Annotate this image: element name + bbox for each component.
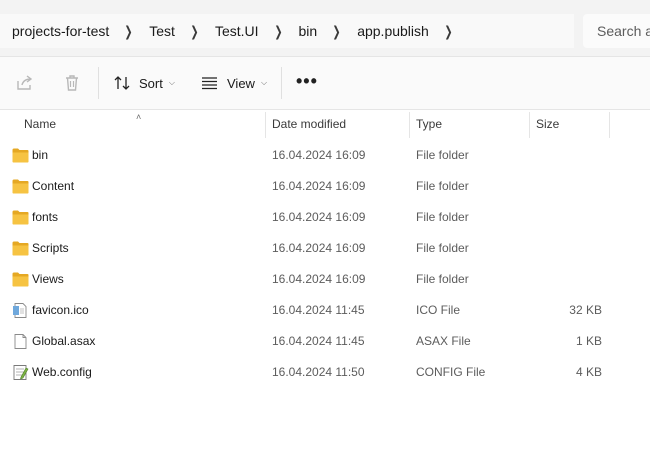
column-divider[interactable] — [265, 112, 266, 138]
file-size — [530, 171, 602, 202]
file-size — [530, 264, 602, 295]
chevron-right-icon[interactable]: ❯ — [179, 23, 199, 40]
file-date: 16.04.2024 16:09 — [272, 272, 366, 286]
file-date: 16.04.2024 16:09 — [272, 179, 366, 193]
config-file-icon — [13, 365, 29, 380]
search-input[interactable]: Search a — [583, 14, 650, 48]
breadcrumb-item[interactable]: Test — [137, 23, 175, 39]
breadcrumb-item[interactable]: Test.UI — [203, 23, 259, 39]
address-bar: projects-for-test ❯ Test ❯ Test.UI ❯ bin… — [0, 0, 650, 57]
folder-icon — [12, 272, 29, 287]
view-button[interactable]: View ⌵ — [201, 71, 267, 95]
file-type: ASAX File — [416, 334, 471, 348]
file-list: bin 16.04.2024 16:09 File folder Content… — [0, 140, 650, 388]
toolbar-divider — [98, 67, 99, 99]
file-row[interactable]: Content 16.04.2024 16:09 File folder — [0, 171, 650, 202]
file-size: 1 KB — [575, 334, 602, 348]
column-divider[interactable] — [529, 112, 530, 138]
file-size — [530, 202, 602, 233]
file-name: favicon.ico — [32, 303, 89, 317]
file-date: 16.04.2024 16:09 — [272, 241, 366, 255]
chevron-right-icon[interactable]: ❯ — [321, 23, 341, 40]
breadcrumb[interactable]: projects-for-test ❯ Test ❯ Test.UI ❯ bin… — [0, 14, 574, 48]
chevron-right-icon[interactable]: ❯ — [433, 23, 453, 40]
breadcrumb-item[interactable]: app.publish — [345, 23, 429, 39]
sort-label: Sort — [139, 75, 163, 91]
document-file-icon — [14, 334, 27, 349]
file-name: fonts — [32, 210, 59, 224]
folder-icon — [12, 210, 29, 225]
file-date: 16.04.2024 11:45 — [272, 303, 365, 317]
file-size: 32 KB — [569, 303, 602, 317]
file-type: File folder — [416, 210, 469, 224]
file-name: Views — [32, 272, 64, 286]
file-row[interactable]: bin 16.04.2024 16:09 File folder — [0, 140, 650, 171]
file-type: ICO File — [416, 303, 461, 317]
image-file-icon — [13, 303, 27, 318]
sort-button[interactable]: Sort ⌵ — [114, 71, 175, 95]
chevron-down-icon: ⌵ — [168, 78, 175, 87]
chevron-right-icon[interactable]: ❯ — [113, 23, 133, 40]
breadcrumb-item[interactable]: bin — [287, 23, 318, 39]
file-date: 16.04.2024 11:45 — [272, 334, 365, 348]
file-date: 16.04.2024 16:09 — [272, 210, 366, 224]
file-size — [530, 233, 602, 264]
column-header-name[interactable]: Name — [24, 110, 56, 138]
file-row[interactable]: fonts 16.04.2024 16:09 File folder — [0, 202, 650, 233]
search-placeholder: Search a — [597, 23, 650, 39]
share-icon[interactable] — [15, 73, 35, 93]
file-row[interactable]: Scripts 16.04.2024 16:09 File folder — [0, 233, 650, 264]
breadcrumb-item[interactable]: projects-for-test — [0, 23, 109, 39]
file-name: Global.asax — [32, 334, 96, 348]
toolbar-divider — [281, 67, 282, 99]
file-name: Content — [32, 179, 75, 193]
view-icon — [202, 77, 217, 90]
folder-icon — [12, 241, 29, 256]
file-date: 16.04.2024 16:09 — [272, 148, 366, 162]
file-type: File folder — [416, 148, 469, 162]
folder-icon — [12, 179, 29, 194]
view-label: View — [227, 75, 255, 91]
file-name: bin — [32, 148, 49, 162]
delete-icon[interactable] — [62, 73, 82, 93]
column-header-row: Name Date modified Type Size — [0, 110, 650, 138]
file-type: File folder — [416, 272, 469, 286]
column-header-type[interactable]: Type — [416, 110, 442, 138]
column-divider[interactable] — [609, 112, 610, 138]
more-options-icon[interactable]: ••• — [296, 71, 318, 92]
file-row[interactable]: Global.asax 16.04.2024 11:45 ASAX File 1… — [0, 326, 650, 357]
file-size — [530, 140, 602, 171]
file-size: 4 KB — [575, 365, 602, 379]
chevron-right-icon[interactable]: ❯ — [263, 23, 283, 40]
file-name: Web.config — [32, 365, 92, 379]
file-date: 16.04.2024 11:50 — [272, 365, 365, 379]
file-type: CONFIG File — [416, 365, 486, 379]
folder-icon — [12, 148, 29, 163]
file-row[interactable]: Web.config 16.04.2024 11:50 CONFIG File … — [0, 357, 650, 388]
file-type: File folder — [416, 179, 469, 193]
file-row[interactable]: favicon.ico 16.04.2024 11:45 ICO File 32… — [0, 295, 650, 326]
column-header-size[interactable]: Size — [536, 110, 559, 138]
sort-icon — [114, 76, 130, 90]
column-divider[interactable] — [409, 112, 410, 138]
chevron-down-icon: ⌵ — [260, 78, 268, 87]
file-name: Scripts — [32, 241, 69, 255]
file-row[interactable]: Views 16.04.2024 16:09 File folder — [0, 264, 650, 295]
command-bar: Sort ⌵ View ⌵ ••• — [0, 57, 650, 110]
file-type: File folder — [416, 241, 469, 255]
column-header-date[interactable]: Date modified — [272, 110, 346, 138]
